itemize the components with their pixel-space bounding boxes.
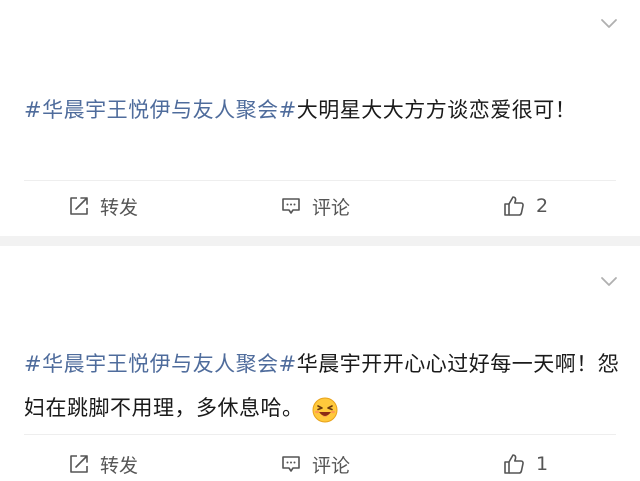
like-button[interactable]: 2 bbox=[502, 186, 548, 226]
comment-label: 评论 bbox=[312, 196, 351, 219]
repost-button[interactable]: 转发 bbox=[68, 186, 138, 226]
repost-icon bbox=[70, 197, 88, 215]
lol-face-emoji-icon bbox=[312, 394, 338, 423]
comment-button[interactable]: 评论 bbox=[280, 444, 350, 481]
topic-link[interactable]: #华晨宇王悦伊与友人聚会# bbox=[24, 352, 297, 376]
weibo-feed: #华晨宇王悦伊与友人聚会#大明星大大方方谈恋爱很可！ 转发 评论 2 #华晨宇王… bbox=[0, 0, 640, 481]
divider bbox=[24, 434, 616, 435]
topic-link[interactable]: #华晨宇王悦伊与友人聚会# bbox=[24, 98, 297, 122]
repost-icon bbox=[70, 455, 88, 473]
card-separator bbox=[0, 236, 640, 246]
comment-icon bbox=[282, 456, 300, 472]
repost-button[interactable]: 转发 bbox=[68, 444, 138, 481]
thumbs-up-icon bbox=[504, 196, 524, 216]
comment-icon bbox=[282, 198, 300, 214]
thumbs-up-icon bbox=[504, 454, 524, 474]
like-button[interactable]: 1 bbox=[502, 444, 548, 481]
like-count: 1 bbox=[536, 453, 549, 475]
repost-label: 转发 bbox=[100, 196, 139, 219]
post-actions: 转发 评论 2 bbox=[0, 186, 640, 226]
comment-button[interactable]: 评论 bbox=[280, 186, 350, 226]
repost-label: 转发 bbox=[100, 454, 139, 477]
divider bbox=[24, 180, 616, 181]
comment-label: 评论 bbox=[312, 454, 351, 477]
post-card: #华晨宇王悦伊与友人聚会#大明星大大方方谈恋爱很可！ 转发 评论 2 bbox=[0, 0, 640, 236]
post-body: 大明星大大方方谈恋爱很可！ bbox=[296, 98, 577, 122]
chevron-down-icon[interactable] bbox=[600, 276, 618, 288]
post-actions: 转发 评论 1 bbox=[0, 442, 640, 481]
post-text: #华晨宇王悦伊与友人聚会#华晨宇开开心心过好每一天啊！怨妇在跳脚不用理，多休息哈… bbox=[24, 342, 624, 430]
chevron-down-icon[interactable] bbox=[600, 18, 618, 30]
like-count: 2 bbox=[536, 195, 549, 217]
post-card: #华晨宇王悦伊与友人聚会#华晨宇开开心心过好每一天啊！怨妇在跳脚不用理，多休息哈… bbox=[0, 246, 640, 481]
post-text: #华晨宇王悦伊与友人聚会#大明星大大方方谈恋爱很可！ bbox=[24, 88, 624, 132]
